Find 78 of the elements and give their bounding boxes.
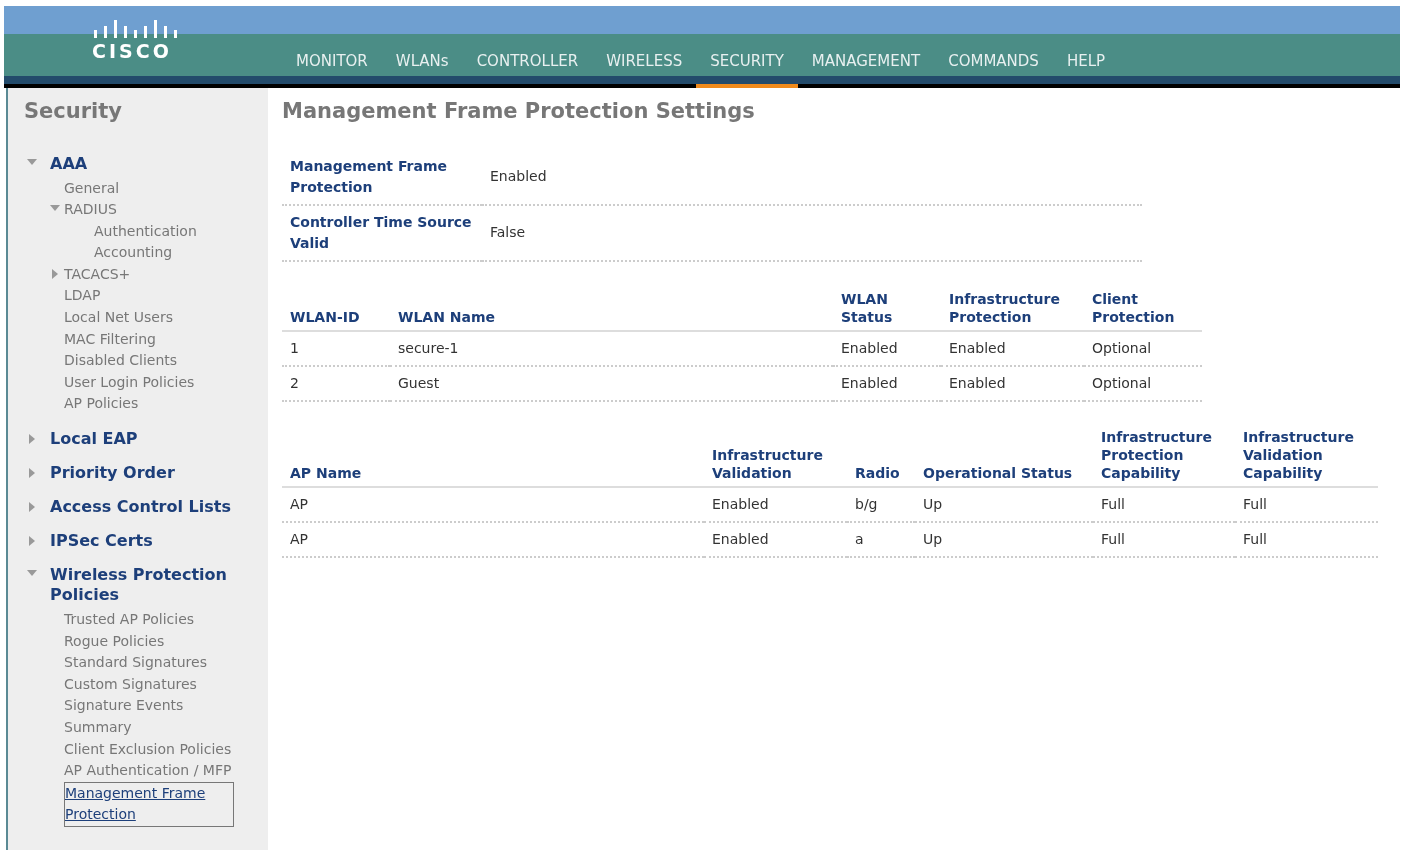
sidebar-section[interactable]: AAA [50, 153, 88, 174]
sidebar-link[interactable]: LDAP [64, 285, 101, 308]
column-header: WLAN Name [398, 307, 496, 326]
table-cell: Enabled [841, 339, 898, 356]
sidebar-link[interactable]: AP Policies [64, 393, 139, 416]
table-cell: Enabled [712, 530, 769, 547]
sidebar-link[interactable]: Management Frame Protection [64, 781, 234, 827]
sidebar-link[interactable]: Trusted AP Policies [64, 609, 195, 631]
sidebar-link[interactable]: RADIUS [64, 199, 117, 221]
column-header: Infrastructure Protection Capability [1101, 427, 1213, 482]
table-cell: b/g [855, 495, 878, 512]
table-cell: Up [923, 530, 943, 547]
setting-label: Management Frame Protection [290, 157, 448, 195]
column-header: Client Protection [1092, 289, 1176, 326]
nav-tab[interactable]: CONTROLLER [462, 6, 593, 88]
table-cell: 2 [290, 374, 299, 391]
table-cell: a [855, 530, 864, 547]
sidebar-section[interactable]: IPSec Certs [50, 531, 153, 552]
nav-tab[interactable]: WLANs [381, 6, 463, 88]
sidebar-link[interactable]: TACACS+ [64, 263, 131, 286]
sidebar-link[interactable]: AP Authentication / MFP [64, 760, 232, 782]
sidebar-link[interactable]: Signature Events Summary [64, 695, 234, 739]
column-header: Infrastructure Protection [949, 289, 1061, 326]
table-cell: 1 [290, 339, 299, 356]
collapsed-arrow-icon[interactable] [27, 434, 37, 445]
setting-value: False [490, 224, 526, 240]
sidebar-link[interactable]: Local Net Users [64, 307, 173, 329]
collapsed-arrow-icon[interactable] [50, 269, 60, 280]
sidebar-section[interactable]: Local EAP [50, 429, 138, 450]
sidebar-link[interactable]: Client Exclusion Policies [64, 738, 232, 761]
logo-text: CISCO [92, 41, 173, 61]
column-header: Radio [855, 463, 900, 482]
table-cell: Up [923, 495, 943, 512]
setting-label: Controller Time Source Valid [290, 213, 472, 251]
table-cell: Full [1243, 495, 1267, 512]
table-cell: secure-1 [398, 339, 459, 356]
sidebar-link[interactable]: User Login Policies [64, 371, 195, 394]
sidebar-link[interactable]: MAC Filtering [64, 328, 156, 351]
sidebar-title: Security [24, 98, 124, 125]
nav-tab[interactable]: MANAGEMENT [797, 6, 935, 88]
sidebar-link[interactable]: Standard Signatures [64, 652, 207, 674]
nav-tab[interactable]: COMMANDS [934, 6, 1053, 88]
sidebar-link[interactable]: Custom Signatures [64, 673, 197, 696]
sidebar-link[interactable]: Accounting [94, 242, 173, 264]
nav-tab[interactable]: SECURITY [696, 6, 798, 88]
nav-tab[interactable]: MONITOR [282, 6, 382, 88]
sidebar-link[interactable]: Disabled Clients [64, 350, 178, 372]
column-header: WLAN Status [841, 289, 894, 326]
column-header: WLAN-ID [290, 307, 360, 326]
column-header: AP Name [290, 463, 362, 482]
table-cell: Optional [1092, 374, 1152, 391]
sidebar-section[interactable]: Access Control Lists [50, 497, 231, 518]
table-cell: AP [290, 495, 309, 512]
table-cell: Enabled [712, 495, 769, 512]
sidebar-link[interactable]: Authentication [94, 220, 197, 243]
sidebar-link[interactable]: Rogue Policies [64, 630, 165, 653]
sidebar-section[interactable]: Priority Order [50, 463, 175, 484]
table-cell: Full [1243, 530, 1267, 547]
column-header: Infrastructure Validation Capability [1243, 427, 1355, 482]
table-cell: Enabled [949, 339, 1006, 356]
collapsed-arrow-icon[interactable] [27, 536, 37, 547]
collapsed-arrow-icon[interactable] [27, 468, 37, 479]
table-cell: AP [290, 530, 309, 547]
table-cell: Full [1101, 495, 1125, 512]
table-cell: Guest [398, 374, 440, 391]
column-header: Operational Status [923, 463, 1073, 482]
table-cell: Optional [1092, 339, 1152, 356]
nav-tab[interactable]: WIRELESS [592, 6, 697, 88]
collapsed-arrow-icon[interactable] [27, 502, 37, 513]
sidebar-link[interactable]: General [64, 177, 120, 200]
table-cell: Enabled [841, 374, 898, 391]
sidebar-section[interactable]: Wireless Protection Policies [50, 565, 250, 606]
page-title: Management Frame Protection Settings [282, 98, 756, 125]
nav-tab[interactable]: HELP [1052, 6, 1120, 88]
table-cell: Enabled [949, 374, 1006, 391]
setting-value: Enabled [490, 168, 547, 184]
table-cell: Full [1101, 530, 1125, 547]
column-header: Infrastructure Validation [712, 445, 824, 482]
